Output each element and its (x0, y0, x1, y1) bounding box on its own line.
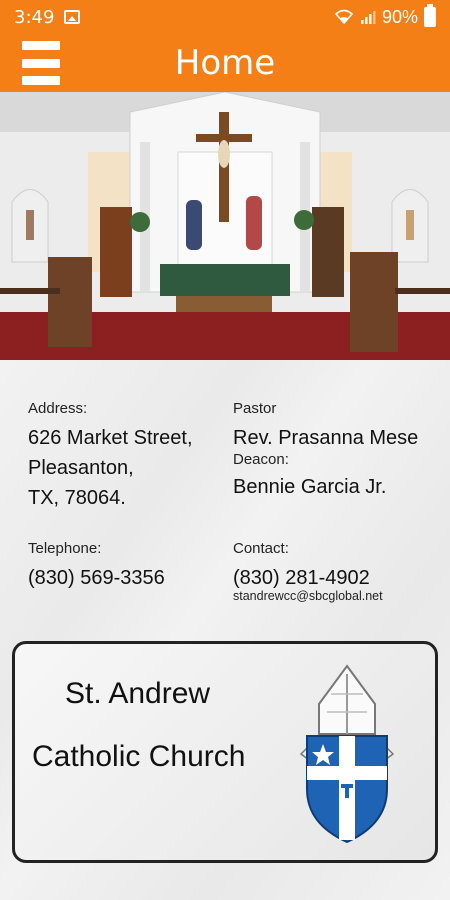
address-line1: 626 Market Street, (28, 427, 193, 449)
church-name-card: St. Andrew Catholic Church (12, 641, 438, 863)
church-altar-photo (0, 92, 450, 360)
clergy-block: Pastor Rev. Prasanna Mese Deacon: Bennie… (233, 400, 418, 502)
menu-icon[interactable] (22, 41, 60, 85)
status-right: 90% (334, 4, 436, 28)
wifi-icon (334, 9, 354, 25)
status-bar: 3:49 90% (0, 0, 450, 34)
address-line2: Pleasanton, (28, 457, 134, 479)
battery-level: 90% (381, 6, 418, 27)
pastor-name: Rev. Prasanna Mese (233, 427, 419, 449)
telephone-number[interactable]: (830) 569-3356 (28, 563, 165, 593)
battery-icon (424, 4, 436, 27)
deacon-label: Deacon: (233, 451, 289, 468)
church-crest-icon (299, 664, 395, 844)
church-name-line1: St. Andrew (65, 677, 211, 710)
address-block: Address: 626 Market Street, Pleasanton, … (28, 400, 193, 513)
page-title: Home (174, 43, 276, 83)
contact-email[interactable]: standrewcc@sbcglobal.net (233, 589, 383, 603)
address-label: Address: (28, 400, 88, 417)
telephone-block: Telephone: (830) 569-3356 (28, 540, 165, 593)
church-name-line2: Catholic Church (32, 740, 246, 773)
contact-label: Contact: (233, 540, 289, 557)
contact-block: Contact: (830) 281-4902 standrewcc@sbcgl… (233, 540, 383, 603)
image-icon (64, 10, 81, 24)
status-time: 3:49 (14, 6, 55, 28)
deacon-name: Bennie Garcia Jr. (233, 476, 387, 498)
address-line3: TX, 78064. (28, 487, 126, 509)
signal-icon (360, 11, 376, 24)
app-bar: Home (0, 34, 450, 92)
pastor-label: Pastor (233, 400, 277, 417)
telephone-label: Telephone: (28, 540, 102, 557)
